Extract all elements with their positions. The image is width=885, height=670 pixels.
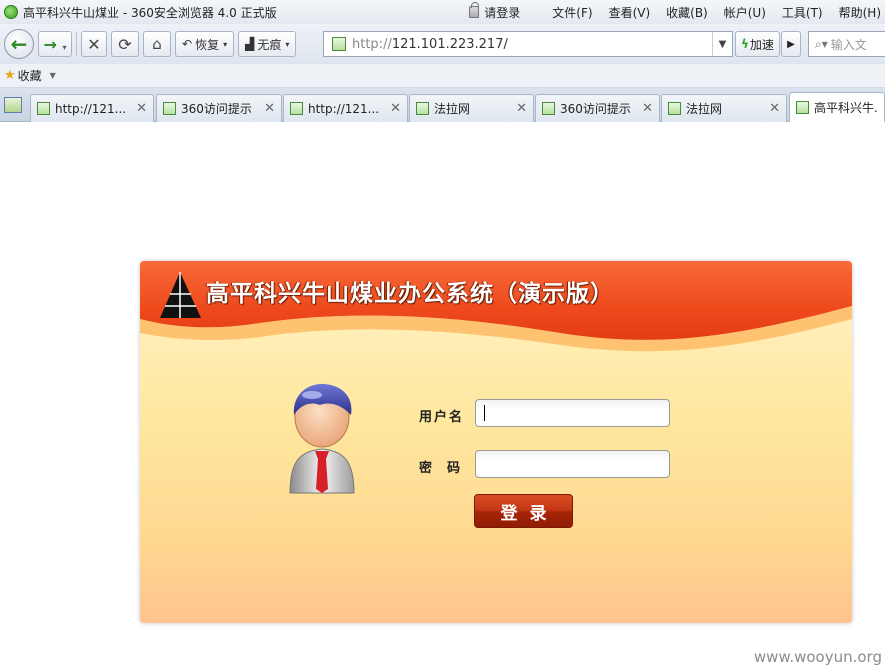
tab-7-active[interactable]: 高平科兴牛... xyxy=(789,92,885,122)
login-panel: 高平科兴牛山煤业办公系统（演示版） 用户名 密 码 登录 xyxy=(140,261,852,623)
tab-label: 360访问提示 xyxy=(181,102,252,116)
chevron-down-icon: ▾ xyxy=(285,39,290,49)
back-button[interactable]: ← xyxy=(4,29,34,59)
stop-button[interactable]: ✕ xyxy=(81,31,107,57)
tab-label: 法拉网 xyxy=(434,102,471,116)
forward-button[interactable]: → ▾ xyxy=(38,31,72,57)
tab-label: 法拉网 xyxy=(686,102,723,116)
menu-favorites[interactable]: 收藏(B) xyxy=(666,4,708,21)
page-icon xyxy=(290,102,303,115)
tab-4[interactable]: 法拉网 ✕ xyxy=(409,94,534,122)
tab-1[interactable]: http://121... ✕ xyxy=(30,94,154,122)
speed-up-button[interactable]: ϟ 加速 xyxy=(735,31,780,57)
login-link-label: 请登录 xyxy=(484,5,521,20)
menu-file[interactable]: 文件(F) xyxy=(552,4,592,21)
login-button[interactable]: 登录 xyxy=(474,494,573,528)
text-cursor xyxy=(484,405,485,421)
page-icon xyxy=(668,102,681,115)
close-icon[interactable]: ✕ xyxy=(390,101,401,116)
close-icon[interactable]: ✕ xyxy=(516,101,527,116)
tab-3[interactable]: http://121... ✕ xyxy=(283,94,408,122)
refresh-icon: ⟳ xyxy=(118,34,132,54)
search-placeholder: 输入文 xyxy=(830,37,867,52)
toolbar-divider xyxy=(76,32,77,56)
user-avatar-icon xyxy=(289,383,355,494)
close-icon[interactable]: ✕ xyxy=(642,101,653,116)
browser-logo-icon xyxy=(4,5,18,19)
menu-view[interactable]: 查看(V) xyxy=(609,4,651,21)
navigation-toolbar: ← → ▾ ✕ ⟳ ⌂ ↶ 恢复 ▾ ▟ 无痕 ▾ http://121.101… xyxy=(0,24,885,64)
favorites-bar: ★ 收藏 ▼ xyxy=(0,64,885,88)
lightning-icon: ϟ xyxy=(741,37,749,51)
close-icon[interactable]: ✕ xyxy=(769,101,780,116)
tab-label: 360访问提示 xyxy=(560,102,631,116)
system-title: 高平科兴牛山煤业办公系统（演示版） xyxy=(206,281,614,307)
sidebar-toggle-icon[interactable] xyxy=(4,97,22,113)
login-link[interactable]: 请登录 xyxy=(469,2,521,21)
incognito-icon: ▟ xyxy=(245,37,255,51)
window-title-bar: 高平科兴牛山煤业 - 360安全浏览器 4.0 正式版 请登录 文件(F) 查看… xyxy=(0,0,885,24)
restore-button[interactable]: ↶ 恢复 ▾ xyxy=(175,31,235,57)
undo-icon: ↶ xyxy=(182,37,193,51)
company-logo-icon xyxy=(160,272,201,318)
tab-label: http://121... xyxy=(308,101,380,116)
password-label: 密 码 xyxy=(419,461,463,476)
address-dropdown-button[interactable]: ▼ xyxy=(712,32,732,56)
tab-5[interactable]: 360访问提示 ✕ xyxy=(535,94,660,122)
menu-bar: 请登录 文件(F) 查看(V) 收藏(B) 帐户(U) 工具(T) 帮助(H) xyxy=(469,0,881,24)
go-button[interactable]: ▶ xyxy=(781,31,801,57)
page-icon xyxy=(416,102,429,115)
close-icon[interactable]: ✕ xyxy=(136,101,147,116)
speed-up-label: 加速 xyxy=(749,37,774,52)
page-icon xyxy=(332,37,346,51)
search-icon: ⌕▾ xyxy=(815,36,828,51)
tab-bar: http://121... ✕ 360访问提示 ✕ http://121... … xyxy=(0,88,885,122)
watermark-text: www.wooyun.org xyxy=(753,648,882,666)
page-icon xyxy=(163,102,176,115)
menu-account[interactable]: 帐户(U) xyxy=(724,4,766,21)
refresh-button[interactable]: ⟳ xyxy=(111,31,139,57)
username-label: 用户名 xyxy=(419,410,465,425)
chevron-down-icon[interactable]: ▼ xyxy=(50,71,56,80)
tab-label: http://121... xyxy=(55,101,127,116)
username-input[interactable] xyxy=(475,399,670,427)
chevron-down-icon: ▾ xyxy=(223,39,228,49)
page-icon xyxy=(37,102,50,115)
password-input[interactable] xyxy=(475,450,670,478)
incognito-label: 无痕 xyxy=(257,37,282,52)
menu-help[interactable]: 帮助(H) xyxy=(839,4,881,21)
incognito-button[interactable]: ▟ 无痕 ▾ xyxy=(238,31,297,57)
back-arrow-icon: ← xyxy=(10,32,28,56)
page-icon xyxy=(542,102,555,115)
home-icon: ⌂ xyxy=(152,35,162,53)
home-button[interactable]: ⌂ xyxy=(143,31,171,57)
tab-2[interactable]: 360访问提示 ✕ xyxy=(156,94,282,122)
close-icon: ✕ xyxy=(87,34,101,54)
address-url[interactable]: http://121.101.223.217/ xyxy=(352,37,712,52)
forward-arrow-icon: → ▾ xyxy=(43,34,67,54)
page-icon xyxy=(796,101,809,114)
tab-6[interactable]: 法拉网 ✕ xyxy=(661,94,787,122)
play-icon: ▶ xyxy=(787,38,795,50)
menu-tools[interactable]: 工具(T) xyxy=(782,4,823,21)
search-input[interactable]: ⌕▾ 输入文 xyxy=(808,31,885,57)
favorites-button[interactable]: 收藏 xyxy=(18,67,42,84)
close-icon[interactable]: ✕ xyxy=(264,101,275,116)
restore-label: 恢复 xyxy=(195,37,220,52)
tab-label: 高平科兴牛... xyxy=(814,101,878,115)
window-title: 高平科兴牛山煤业 - 360安全浏览器 4.0 正式版 xyxy=(23,5,277,20)
star-icon: ★ xyxy=(4,68,16,83)
address-bar[interactable]: http://121.101.223.217/ ▼ xyxy=(323,31,733,57)
lock-icon xyxy=(469,2,480,18)
